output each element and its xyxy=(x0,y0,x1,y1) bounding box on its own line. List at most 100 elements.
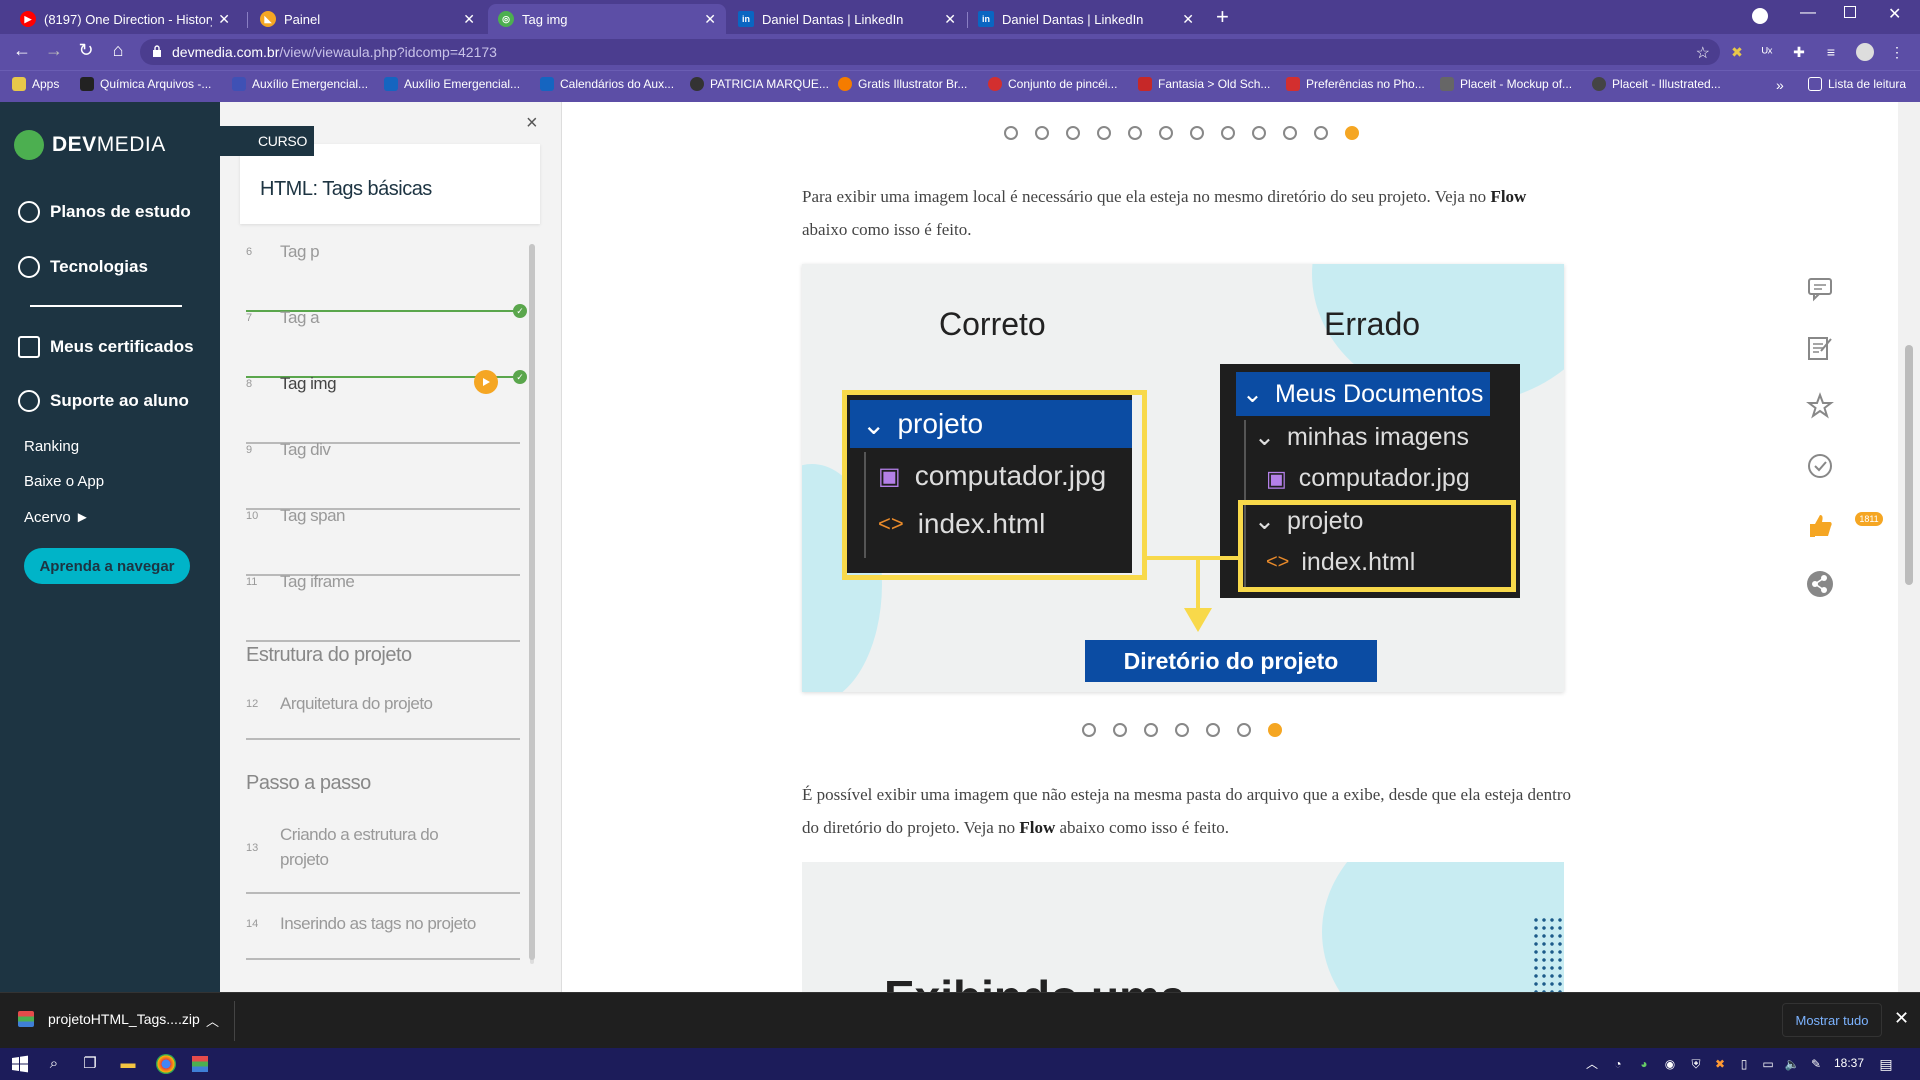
tab-search-icon[interactable] xyxy=(1752,8,1768,24)
carousel-dot-active[interactable] xyxy=(1345,126,1359,140)
thumbs-up-icon[interactable] xyxy=(1806,512,1834,540)
lesson-item[interactable]: 11 Tag iframe xyxy=(246,572,520,642)
star-icon[interactable] xyxy=(1806,392,1834,420)
chevron-up-icon[interactable]: ︿ xyxy=(206,1011,219,1030)
tray-icon[interactable]: ◉ xyxy=(1660,1054,1680,1074)
url-bar[interactable]: devmedia.com.br/view/viewaula.php?idcomp… xyxy=(140,39,1720,65)
lesson-item[interactable]: 13 Criando a estrutura do projeto xyxy=(246,825,520,894)
volume-icon[interactable]: 🔈 xyxy=(1782,1054,1802,1074)
bookmark-item[interactable]: Placeit - Mockup of... xyxy=(1440,77,1572,91)
lesson-item[interactable]: 6 Tag p ✓ xyxy=(246,242,527,318)
restore-icon[interactable] xyxy=(1844,6,1856,18)
extension-icon[interactable]: ✖ xyxy=(1728,43,1746,61)
close-tab-icon[interactable]: ✕ xyxy=(704,11,716,28)
battery-icon[interactable]: ▯ xyxy=(1734,1054,1754,1074)
chevron-up-icon[interactable]: ︿ xyxy=(1582,1054,1602,1074)
bookmark-star-icon[interactable]: ☆ xyxy=(1696,43,1710,63)
file-explorer-icon[interactable]: ▬ xyxy=(118,1054,138,1074)
bookmark-item[interactable]: Preferências no Pho... xyxy=(1286,77,1425,91)
tray-icon[interactable]: ✖ xyxy=(1710,1054,1730,1074)
browser-tab[interactable]: in Daniel Dantas | LinkedIn ✕ xyxy=(728,4,966,34)
learn-to-navigate-button[interactable]: Aprenda a navegar xyxy=(24,548,190,584)
menu-icon[interactable]: ⋮ xyxy=(1888,43,1906,61)
reading-list-button[interactable]: Lista de leitura xyxy=(1808,77,1906,91)
carousel-dot[interactable] xyxy=(1206,723,1220,737)
bookmark-apps[interactable]: Apps xyxy=(12,77,59,91)
pen-icon[interactable]: ✎ xyxy=(1806,1054,1826,1074)
carousel-dot[interactable] xyxy=(1113,723,1127,737)
bookmark-item[interactable]: Auxílio Emergencial... xyxy=(384,77,520,91)
extension-icon[interactable]: ᵁˣ xyxy=(1758,43,1776,61)
task-view-icon[interactable]: ❐ xyxy=(80,1054,100,1074)
nav-collection[interactable]: Acervo ► xyxy=(24,509,90,526)
home-icon[interactable]: ⌂ xyxy=(106,40,130,61)
close-panel-icon[interactable]: × xyxy=(526,112,538,135)
carousel-dot[interactable] xyxy=(1066,126,1080,140)
bookmark-item[interactable]: Calendários do Aux... xyxy=(540,77,674,91)
play-icon[interactable] xyxy=(474,370,498,394)
network-icon[interactable]: ▭ xyxy=(1758,1054,1778,1074)
carousel-dot[interactable] xyxy=(1175,723,1189,737)
minimize-icon[interactable]: — xyxy=(1800,4,1816,22)
close-tab-icon[interactable]: ✕ xyxy=(463,11,475,28)
notifications-icon[interactable]: ▤ xyxy=(1876,1054,1896,1074)
close-tab-icon[interactable]: ✕ xyxy=(1182,11,1194,28)
bookmark-item[interactable]: Fantasia > Old Sch... xyxy=(1138,77,1270,91)
tray-icon[interactable]: ◔ xyxy=(1608,1054,1628,1074)
reading-list-icon[interactable]: ≡ xyxy=(1822,43,1840,61)
bookmarks-overflow[interactable]: » xyxy=(1776,77,1784,93)
show-all-button[interactable]: Mostrar tudo xyxy=(1782,1003,1882,1037)
carousel-dot[interactable] xyxy=(1082,723,1096,737)
lesson-item[interactable]: 10 Tag span xyxy=(246,506,520,576)
devmedia-logo[interactable]: DEV MEDIA xyxy=(14,130,166,160)
nav-ranking[interactable]: Ranking xyxy=(24,438,79,455)
carousel-dot[interactable] xyxy=(1221,126,1235,140)
panel-scrollbar[interactable] xyxy=(529,244,535,960)
bookmark-item[interactable]: Placeit - Illustrated... xyxy=(1592,77,1721,91)
reload-icon[interactable]: ↻ xyxy=(74,40,98,61)
close-download-bar-icon[interactable]: ✕ xyxy=(1894,1008,1909,1029)
comment-icon[interactable] xyxy=(1806,274,1834,302)
lesson-item-current[interactable]: 8 Tag img xyxy=(246,370,520,444)
winrar-icon[interactable] xyxy=(192,1056,208,1072)
bookmark-item[interactable]: Auxílio Emergencial... xyxy=(232,77,368,91)
lesson-item[interactable]: 14 Inserindo as tags no projeto xyxy=(246,914,520,960)
nav-certificates[interactable]: Meus certificados xyxy=(18,336,194,358)
search-icon[interactable]: ⌕ xyxy=(44,1054,64,1074)
bookmark-item[interactable]: Gratis Illustrator Br... xyxy=(838,77,967,91)
browser-tab-active[interactable]: ◎ Tag img ✕ xyxy=(488,4,726,34)
avatar[interactable] xyxy=(1856,43,1874,61)
chrome-icon[interactable] xyxy=(156,1054,176,1074)
page-scrollbar[interactable] xyxy=(1905,345,1913,585)
download-item[interactable]: projetoHTML_Tags....zip xyxy=(18,1011,200,1027)
carousel-dot[interactable] xyxy=(1237,723,1251,737)
carousel-dot[interactable] xyxy=(1128,126,1142,140)
check-circle-icon[interactable] xyxy=(1806,452,1834,480)
browser-tab[interactable]: in Daniel Dantas | LinkedIn ✕ xyxy=(968,4,1204,34)
notes-icon[interactable] xyxy=(1806,334,1834,362)
bookmark-item[interactable]: Conjunto de pincéi... xyxy=(988,77,1117,91)
new-tab-button[interactable]: + xyxy=(1216,4,1229,30)
carousel-dot[interactable] xyxy=(1283,126,1297,140)
lesson-item[interactable]: 12 Arquitetura do projeto xyxy=(246,694,520,740)
carousel-dot[interactable] xyxy=(1004,126,1018,140)
windows-start-icon[interactable] xyxy=(10,1054,30,1074)
carousel-dot-active[interactable] xyxy=(1268,723,1282,737)
nav-download-app[interactable]: Baixe o App xyxy=(24,473,104,490)
nav-technologies[interactable]: Tecnologias xyxy=(18,256,148,278)
nav-support[interactable]: Suporte ao aluno xyxy=(18,390,189,412)
carousel-dot[interactable] xyxy=(1252,126,1266,140)
close-tab-icon[interactable]: ✕ xyxy=(944,11,956,28)
close-tab-icon[interactable]: ✕ xyxy=(218,11,230,28)
carousel-dot[interactable] xyxy=(1190,126,1204,140)
carousel-dot[interactable] xyxy=(1035,126,1049,140)
browser-tab[interactable]: ▶ (8197) One Direction - History (O ✕ xyxy=(10,4,240,34)
nav-study-plans[interactable]: Planos de estudo xyxy=(18,201,191,223)
carousel-dot[interactable] xyxy=(1159,126,1173,140)
share-icon[interactable] xyxy=(1806,570,1834,598)
browser-tab[interactable]: ◣ Painel ✕ xyxy=(250,4,485,34)
puzzle-icon[interactable]: ✚ xyxy=(1790,43,1808,61)
shield-icon[interactable]: ⛨ xyxy=(1686,1054,1706,1074)
tray-icon[interactable]: ◕ xyxy=(1634,1054,1654,1074)
carousel-dot[interactable] xyxy=(1144,723,1158,737)
